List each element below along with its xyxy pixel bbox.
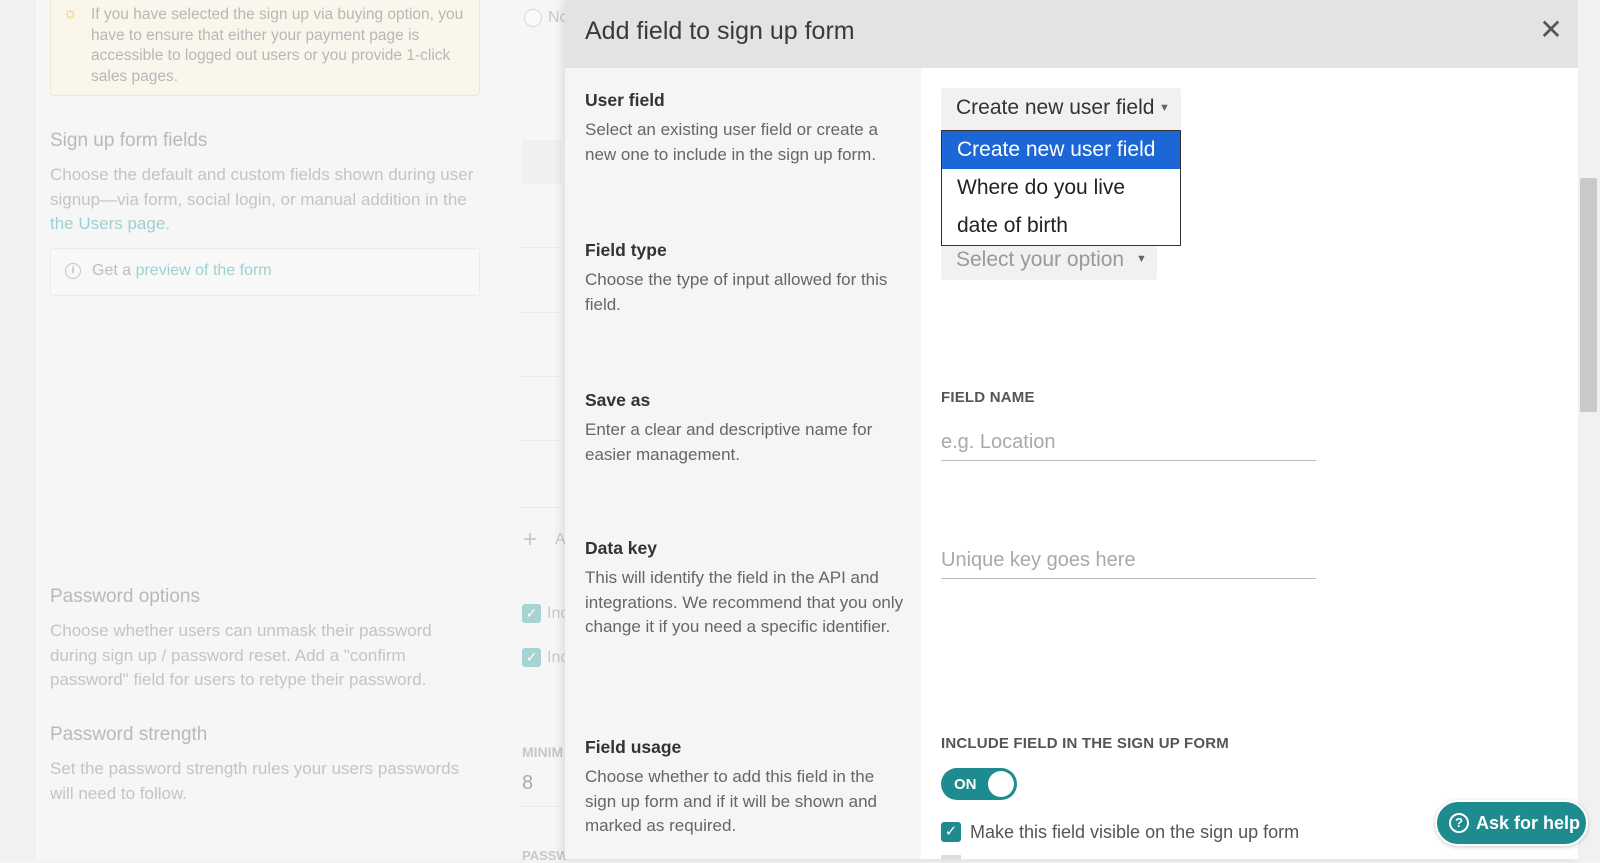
checkbox-icon[interactable]: ✓ — [522, 648, 541, 667]
save-as-desc: Enter a clear and descriptive name for e… — [585, 420, 873, 464]
include-field-toggle[interactable]: ON — [941, 768, 1017, 800]
signup-fields-desc-suffix: . — [165, 214, 171, 233]
signup-fields-desc: Choose the default and custom fields sho… — [50, 163, 475, 237]
preview-form-link[interactable]: preview of the form — [136, 262, 272, 279]
field-type-placeholder: Select your option — [956, 248, 1125, 271]
divider — [520, 312, 560, 313]
modal-title: Add field to sign up form — [585, 17, 855, 45]
scrollbar-thumb[interactable] — [1580, 178, 1597, 412]
plus-icon[interactable]: + — [523, 526, 537, 554]
modal-header: Add field to sign up form ✕ — [565, 0, 1578, 68]
preview-box: i Get a preview of the form — [50, 248, 480, 296]
dropdown-option[interactable]: Create new user field — [942, 131, 1180, 169]
chevron-down-icon: ▼ — [1159, 102, 1170, 114]
visible-checkbox-label: Make this field visible on the sign up f… — [970, 822, 1300, 842]
user-field-dropdown: Create new user field Where do you live … — [941, 130, 1181, 246]
field-type-label: Field type — [585, 240, 667, 260]
lightbulb-icon: ☼ — [63, 5, 78, 22]
divider — [520, 806, 560, 807]
divider — [520, 440, 560, 441]
field-type-desc: Choose the type of input allowed for thi… — [585, 270, 888, 314]
close-icon[interactable]: ✕ — [1535, 14, 1567, 46]
divider — [520, 247, 560, 248]
checkbox-icon[interactable]: ✓ — [522, 604, 541, 623]
field-usage-desc: Choose whether to add this field in the … — [585, 767, 877, 835]
data-key-input[interactable] — [941, 542, 1316, 579]
add-field-modal: Add field to sign up form ✕ User field S… — [565, 0, 1578, 859]
toggle-label: ON — [954, 776, 977, 793]
info-icon: i — [65, 263, 81, 279]
password-strength-desc: Set the password strength rules your use… — [50, 759, 460, 803]
save-as-label: Save as — [585, 390, 651, 410]
min-length-value: 8 — [522, 772, 534, 794]
signup-fields-desc-text: Choose the default and custom fields sho… — [50, 165, 474, 209]
field-usage-label: Field usage — [585, 737, 682, 757]
chevron-down-icon: ▼ — [1136, 253, 1147, 265]
next-checkbox-partial[interactable] — [941, 855, 961, 859]
preview-text: Get a preview of the form — [92, 262, 272, 280]
page-scrollbar[interactable] — [1578, 0, 1600, 859]
tip-box: ☼ If you have selected the sign up via b… — [50, 0, 480, 96]
user-field-label: User field — [585, 90, 665, 110]
password-options-desc: Choose whether users can unmask their pa… — [50, 621, 432, 689]
toggle-knob — [988, 771, 1014, 797]
preview-prefix: Get a — [92, 262, 136, 279]
question-icon: ? — [1449, 813, 1469, 833]
tip-text: If you have selected the sign up via buy… — [91, 6, 464, 85]
field-name-input[interactable] — [941, 424, 1316, 461]
password-label: PASSW — [522, 848, 569, 863]
user-field-select[interactable]: Create new user field ▼ — [941, 88, 1181, 130]
user-field-selected-value: Create new user field — [956, 96, 1155, 119]
divider — [520, 507, 560, 508]
user-field-desc: Select an existing user field or create … — [585, 120, 878, 164]
include-field-label: INCLUDE FIELD IN THE SIGN UP FORM — [941, 735, 1229, 752]
ask-for-help-label: Ask for help — [1476, 813, 1581, 833]
dropdown-option[interactable]: Where do you live — [942, 169, 1180, 207]
field-type-select[interactable]: Select your option ▼ — [941, 240, 1157, 280]
grey-block — [522, 140, 562, 184]
password-options-title: Password options — [50, 586, 200, 607]
data-key-desc: This will identify the field in the API … — [585, 568, 904, 636]
dropdown-option[interactable]: date of birth — [942, 207, 1180, 245]
radio-button[interactable] — [524, 9, 542, 27]
left-nav-bar — [0, 0, 35, 859]
signup-fields-title: Sign up form fields — [50, 130, 208, 151]
min-length-label: MINIM — [522, 744, 564, 760]
data-key-label: Data key — [585, 538, 657, 558]
ask-for-help-button[interactable]: ? Ask for help — [1435, 800, 1588, 846]
field-name-label: FIELD NAME — [941, 389, 1035, 406]
users-page-link[interactable]: the Users page — [50, 214, 165, 233]
divider — [520, 376, 560, 377]
password-strength-title: Password strength — [50, 724, 208, 745]
visible-checkbox[interactable]: ✓ — [941, 822, 961, 842]
